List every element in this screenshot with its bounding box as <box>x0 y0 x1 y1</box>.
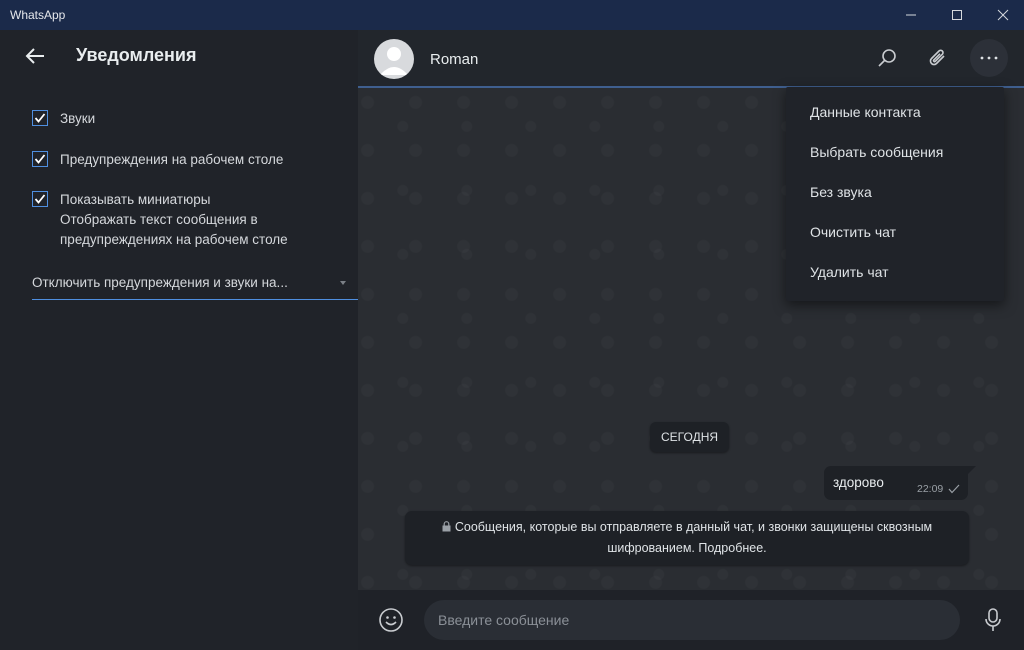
menu-item-label: Выбрать сообщения <box>810 144 944 160</box>
outgoing-message[interactable]: здорово 22:09 <box>824 466 976 500</box>
message-time: 22:09 <box>917 483 944 495</box>
menu-item-label: Данные контакта <box>810 104 921 120</box>
show-previews-checkbox[interactable] <box>32 191 48 207</box>
show-previews-description: Отображать текст сообщения в <box>60 212 258 227</box>
menu-item-mute[interactable]: Без звука <box>786 173 1004 213</box>
default-avatar-icon <box>380 47 408 75</box>
voice-message-button[interactable] <box>982 607 1004 633</box>
date-divider: СЕГОДНЯ <box>650 422 730 452</box>
more-options-button[interactable] <box>970 39 1008 77</box>
minimize-icon <box>906 14 916 16</box>
emoji-button[interactable] <box>378 607 404 633</box>
chat-options-menu: Данные контакта Выбрать сообщения Без зв… <box>786 87 1004 301</box>
more-icon <box>980 56 998 60</box>
show-previews-label: Показывать миниатюры <box>60 192 211 207</box>
message-input[interactable] <box>424 600 960 640</box>
search-button[interactable] <box>876 46 900 70</box>
avatar[interactable] <box>374 39 414 79</box>
menu-item-delete-chat[interactable]: Удалить чат <box>786 253 1004 293</box>
single-check-icon <box>948 484 960 494</box>
contact-name[interactable]: Roman <box>430 51 478 68</box>
sounds-label: Звуки <box>60 111 96 126</box>
mic-icon <box>985 608 1001 631</box>
composer <box>358 590 1024 650</box>
search-icon <box>878 49 896 67</box>
back-button[interactable] <box>24 46 48 66</box>
menu-item-label: Очистить чат <box>810 224 897 240</box>
lock-icon <box>442 521 451 532</box>
sounds-checkbox[interactable] <box>32 110 48 126</box>
page-title: Уведомления <box>76 45 197 65</box>
message-text: здорово <box>833 475 884 490</box>
desktop-alerts-checkbox[interactable] <box>32 151 48 167</box>
paperclip-icon <box>929 49 945 66</box>
desktop-alerts-label: Предупреждения на рабочем столе <box>60 152 284 167</box>
emoji-icon <box>379 608 403 632</box>
maximize-icon <box>952 10 962 20</box>
check-icon <box>34 154 46 164</box>
attach-button[interactable] <box>926 46 950 70</box>
minimize-button[interactable] <box>888 0 934 30</box>
message-tail <box>968 466 976 474</box>
encryption-text: Сообщения, которые вы отправляете в данн… <box>454 520 933 534</box>
title-bar: WhatsApp <box>0 0 1024 30</box>
encryption-notice[interactable]: Сообщения, которые вы отправляете в данн… <box>405 511 969 565</box>
encryption-notice-line: Сообщения, которые вы отправляете в данн… <box>405 517 969 538</box>
check-icon <box>34 194 46 204</box>
chevron-down-icon <box>340 281 346 285</box>
back-arrow-icon <box>25 48 44 64</box>
app-title: WhatsApp <box>10 8 66 22</box>
encryption-text-cont: шифрованием. Подробнее. <box>607 541 767 555</box>
mute-notifications-dropdown[interactable]: Отключить предупреждения и звуки на... <box>32 270 358 300</box>
maximize-button[interactable] <box>934 0 980 30</box>
show-previews-description: предупреждениях на рабочем столе <box>60 232 288 247</box>
menu-item-select-messages[interactable]: Выбрать сообщения <box>786 133 1004 173</box>
menu-item-clear-chat[interactable]: Очистить чат <box>786 213 1004 253</box>
mute-dropdown-value: Отключить предупреждения и звуки на... <box>32 275 288 290</box>
check-icon <box>34 113 46 123</box>
close-button[interactable] <box>980 0 1024 30</box>
menu-item-label: Удалить чат <box>810 264 889 280</box>
menu-item-contact-info[interactable]: Данные контакта <box>786 93 1004 133</box>
notification-settings-panel: Уведомления Звуки Предупреждения на рабо… <box>0 30 358 650</box>
chat-header: Roman <box>358 30 1024 88</box>
menu-item-label: Без звука <box>810 184 872 200</box>
close-icon <box>997 9 1009 21</box>
